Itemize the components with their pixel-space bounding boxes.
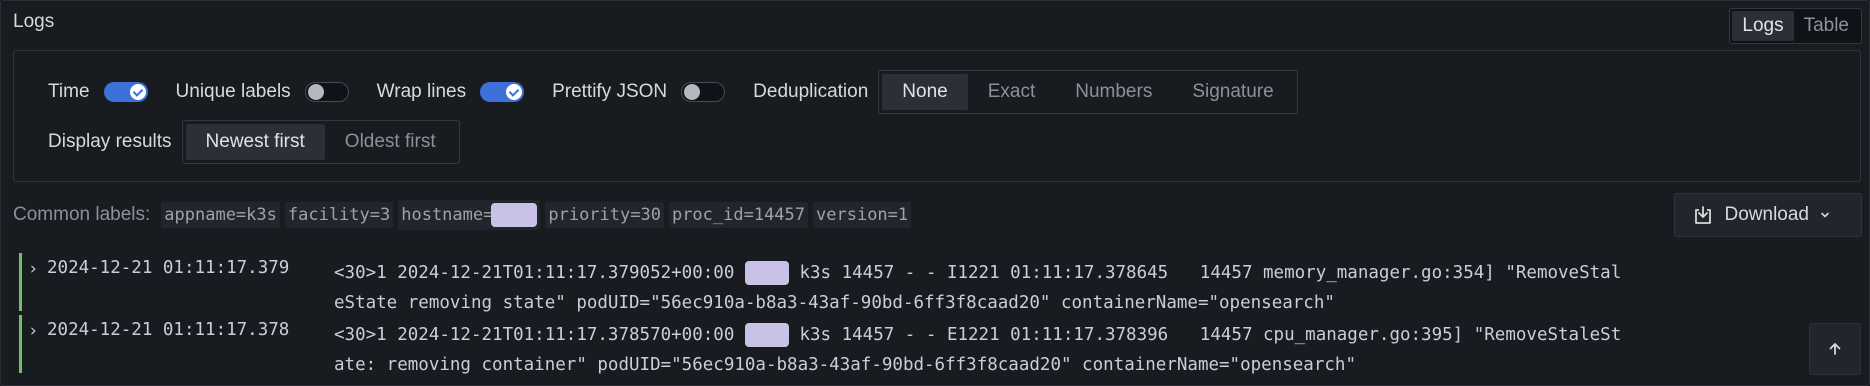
- sort-order-selector: Newest first Oldest first: [181, 120, 460, 164]
- label-chip-appname: appname=k3s: [161, 202, 280, 228]
- label-chip-facility: facility=3: [284, 202, 394, 228]
- label-chip-version: version=1: [813, 202, 912, 228]
- log-timestamp: 2024-12-21 01:11:17.379: [47, 258, 290, 278]
- label-chip-priority: priority=30: [545, 202, 664, 228]
- log-options: Time Unique labels Wrap lines Prettify J…: [13, 50, 1861, 182]
- common-labels-title: Common labels:: [13, 204, 151, 225]
- view-mode-table[interactable]: Table: [1794, 11, 1859, 41]
- prettify-json-label: Prettify JSON: [552, 81, 668, 102]
- deduplication-selector: None Exact Numbers Signature: [878, 70, 1298, 114]
- prettify-json-toggle[interactable]: [681, 82, 726, 102]
- time-label: Time: [48, 81, 90, 102]
- chevron-right-icon[interactable]: ›: [28, 321, 38, 341]
- label-chip-hostname: hostname=: [398, 200, 541, 230]
- redacted-hostname: [491, 203, 538, 227]
- view-mode-logs[interactable]: Logs: [1732, 11, 1794, 41]
- order-newest-first[interactable]: Newest first: [185, 124, 325, 160]
- order-oldest-first[interactable]: Oldest first: [325, 124, 456, 160]
- dedup-signature[interactable]: Signature: [1172, 74, 1293, 110]
- redacted-host: [744, 323, 789, 347]
- unique-labels-label: Unique labels: [175, 81, 291, 102]
- redacted-host: [744, 261, 789, 285]
- log-rows: › 2024-12-21 01:11:17.379 <30>1 2024-12-…: [19, 253, 1799, 377]
- dedup-exact[interactable]: Exact: [968, 74, 1056, 110]
- common-labels: Common labels: appname=k3s facility=3 ho…: [13, 200, 916, 230]
- log-row[interactable]: › 2024-12-21 01:11:17.378 <30>1 2024-12-…: [19, 315, 1799, 375]
- check-icon: [129, 84, 146, 100]
- check-icon: [506, 84, 523, 100]
- scroll-to-top-button[interactable]: [1809, 323, 1861, 375]
- time-toggle[interactable]: [103, 82, 148, 102]
- download-icon: [1694, 206, 1711, 224]
- dedup-numbers[interactable]: Numbers: [1055, 74, 1172, 110]
- chevron-right-icon[interactable]: ›: [28, 259, 38, 279]
- view-mode-switch: Logs Table: [1729, 8, 1862, 44]
- download-label: Download: [1724, 204, 1810, 225]
- log-timestamp: 2024-12-21 01:11:17.378: [47, 320, 290, 340]
- unique-labels-toggle[interactable]: [304, 82, 349, 102]
- log-message: <30>1 2024-12-21T01:11:17.378570+00:00 k…: [334, 323, 1622, 375]
- panel-title: Logs: [13, 11, 55, 32]
- log-row[interactable]: › 2024-12-21 01:11:17.379 <30>1 2024-12-…: [19, 253, 1799, 313]
- wrap-lines-toggle[interactable]: [480, 82, 525, 102]
- wrap-lines-label: Wrap lines: [376, 81, 467, 102]
- dedup-none[interactable]: None: [882, 74, 968, 110]
- logs-panel: Logs Logs Table Time Unique labels Wrap …: [0, 0, 1870, 386]
- deduplication-label: Deduplication: [753, 81, 869, 102]
- arrow-up-icon: [1829, 343, 1841, 355]
- chevron-down-icon: [1821, 212, 1829, 218]
- log-message: <30>1 2024-12-21T01:11:17.379052+00:00 k…: [334, 261, 1622, 313]
- options-row-toggles: Time Unique labels Wrap lines Prettify J…: [48, 70, 1298, 114]
- label-chip-proc-id: proc_id=14457: [668, 202, 809, 228]
- display-results-label: Display results: [48, 131, 172, 152]
- options-row-order: Display results Newest first Oldest firs…: [48, 120, 460, 164]
- download-button[interactable]: Download: [1673, 193, 1862, 237]
